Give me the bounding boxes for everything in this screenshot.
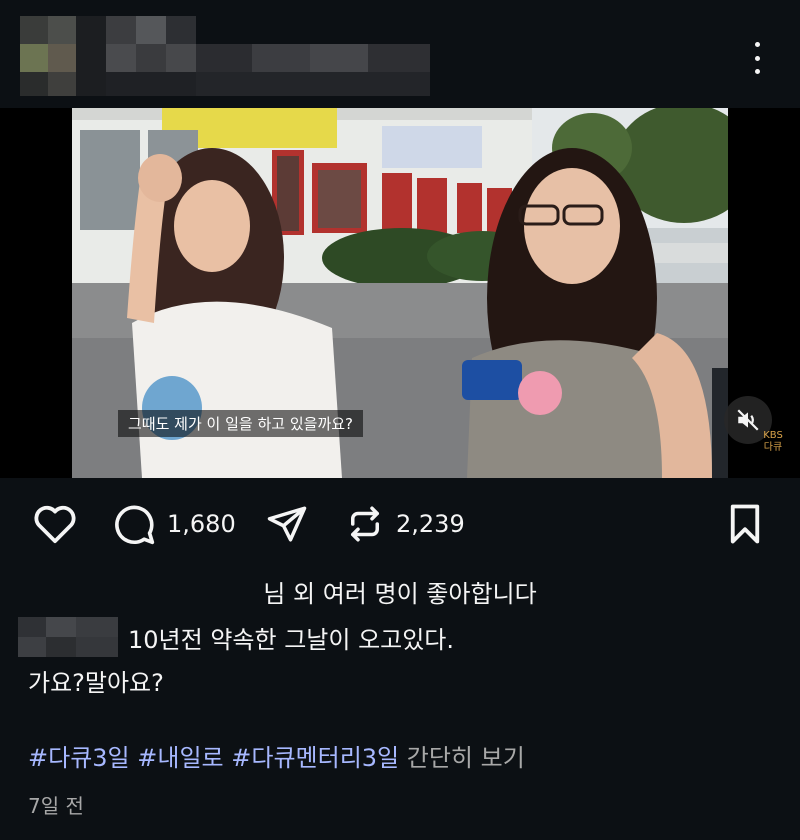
watermark-text-1: KBS bbox=[763, 430, 783, 441]
blurred-caption-username[interactable] bbox=[18, 617, 118, 657]
post-timestamp: 7일 전 bbox=[28, 794, 84, 818]
comment-icon bbox=[115, 505, 155, 545]
hashtag-link[interactable]: #내일로 bbox=[137, 744, 223, 772]
hashtag-row: #다큐3일 #내일로 #다큐멘터리3일 간단히 보기 bbox=[28, 738, 525, 773]
hashtag-link[interactable]: #다큐3일 bbox=[28, 744, 130, 772]
video-subtitle: 그때도 제가 이 일을 하고 있을까요? bbox=[118, 410, 364, 437]
action-bar: 1,680 2,239 bbox=[0, 478, 800, 568]
collapse-caption-link[interactable]: 간단히 보기 bbox=[407, 744, 525, 772]
post-media[interactable]: 그때도 제가 이 일을 하고 있을까요? KBS 다큐 bbox=[0, 108, 800, 478]
repost-button[interactable]: 2,239 bbox=[344, 503, 465, 545]
watermark-text-2: 다큐 bbox=[763, 442, 783, 453]
send-icon bbox=[267, 506, 307, 542]
save-button[interactable] bbox=[726, 503, 764, 545]
bookmark-icon bbox=[730, 504, 760, 544]
repost-icon bbox=[351, 506, 379, 542]
post-header bbox=[0, 0, 800, 108]
caption-line-1: 10년전 약속한 그날이 오고있다. bbox=[128, 626, 455, 654]
broadcaster-watermark: KBS 다큐 bbox=[757, 430, 789, 454]
heart-icon bbox=[34, 505, 76, 544]
likes-summary[interactable]: 님 외 여러 명이 좋아합니다 bbox=[0, 574, 800, 609]
comment-button[interactable]: 1,680 bbox=[111, 502, 236, 546]
comment-count: 1,680 bbox=[167, 510, 236, 538]
caption-line-2: 가요?말아요? bbox=[28, 669, 164, 697]
like-button[interactable] bbox=[32, 503, 78, 545]
share-button[interactable] bbox=[265, 503, 309, 545]
hashtag-link[interactable]: #다큐멘터리3일 bbox=[231, 744, 399, 772]
blurred-user-profile[interactable] bbox=[0, 0, 440, 108]
repost-count: 2,239 bbox=[396, 510, 465, 538]
more-options-icon[interactable] bbox=[742, 42, 772, 74]
